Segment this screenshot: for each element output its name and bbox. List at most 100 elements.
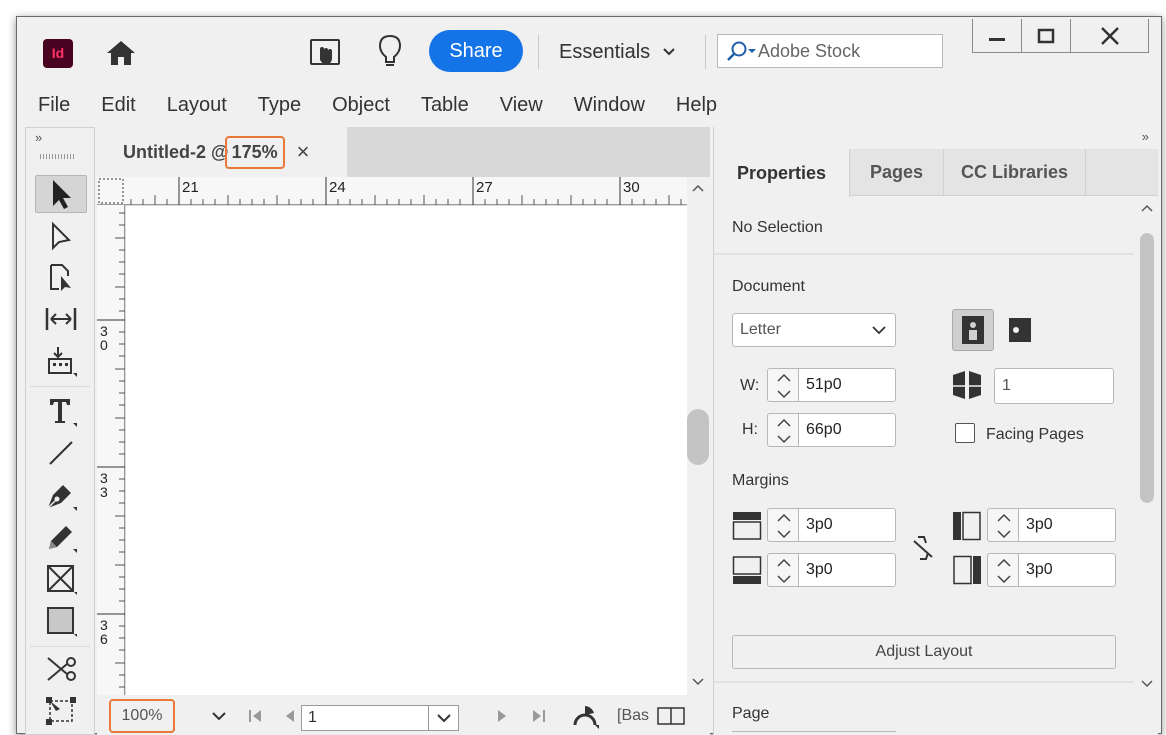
margin-inside-icon: [952, 511, 982, 541]
menu-help[interactable]: Help: [676, 94, 717, 117]
margin-inside-field[interactable]: 3p0: [1018, 508, 1116, 542]
indesign-logo: Id: [43, 39, 73, 68]
collapse-icon[interactable]: »: [1142, 129, 1149, 144]
panel-grip[interactable]: [40, 154, 76, 159]
properties-body: No Selection Document Letter W: 51p0 H:: [714, 197, 1136, 735]
menu-layout[interactable]: Layout: [167, 94, 227, 117]
pages-count-value: 1: [1002, 377, 1011, 394]
chevron-down-icon[interactable]: [211, 711, 227, 721]
direct-selection-tool-icon[interactable]: [35, 218, 87, 256]
close-icon[interactable]: [1071, 19, 1148, 52]
scrollbar-thumb[interactable]: [1140, 233, 1154, 503]
width-stepper[interactable]: [767, 368, 799, 402]
document-preset-select[interactable]: Letter: [732, 313, 896, 347]
preflight-icon[interactable]: [571, 703, 601, 729]
landscape-orientation-icon[interactable]: [1006, 315, 1034, 345]
home-icon[interactable]: [103, 37, 139, 69]
portrait-orientation-icon[interactable]: [952, 309, 994, 351]
gap-tool-icon[interactable]: [35, 300, 87, 338]
margin-outside-stepper[interactable]: [987, 553, 1019, 587]
chevron-down-icon: [872, 326, 886, 335]
menu-object[interactable]: Object: [332, 94, 390, 117]
margin-bottom-stepper[interactable]: [767, 553, 799, 587]
master-page-label[interactable]: [Bas: [617, 707, 649, 725]
margin-top-icon: [732, 511, 762, 541]
facing-pages-checkbox[interactable]: [955, 423, 975, 443]
previous-page-icon[interactable]: [283, 708, 297, 724]
line-tool-icon[interactable]: [35, 434, 87, 472]
document-tab[interactable]: Untitled-2 @ 175% ×: [97, 127, 347, 177]
page-canvas[interactable]: [126, 206, 687, 695]
adjust-layout-button[interactable]: Adjust Layout: [732, 635, 1116, 669]
pages-count-field[interactable]: 1: [994, 368, 1114, 404]
margin-inside-stepper[interactable]: [987, 508, 1019, 542]
width-label: W:: [740, 377, 760, 394]
tab-cc-libraries[interactable]: CC Libraries: [944, 149, 1086, 196]
tab-pages[interactable]: Pages: [850, 149, 944, 196]
share-button[interactable]: Share: [429, 30, 523, 72]
rectangle-tool-icon[interactable]: [35, 602, 87, 640]
selection-tool-icon[interactable]: [35, 175, 87, 213]
zoom-level-field[interactable]: 100%: [109, 699, 175, 733]
document-title: Untitled-2 @: [123, 141, 229, 162]
ruler-label: 3: [100, 484, 108, 500]
margin-outside-field[interactable]: 3p0: [1018, 553, 1116, 587]
margin-bottom-field[interactable]: 3p0: [798, 553, 896, 587]
margin-top-field[interactable]: 3p0: [798, 508, 896, 542]
selection-status: No Selection: [732, 219, 823, 236]
panel-tabs: Properties Pages CC Libraries: [714, 149, 1158, 197]
ruler-label: 24: [329, 179, 346, 196]
content-collector-icon[interactable]: [35, 342, 87, 380]
margin-outside-icon: [952, 555, 982, 585]
document-scrollbar[interactable]: [687, 177, 710, 695]
vertical-ruler[interactable]: 3 0 3 3 3 6: [97, 205, 125, 695]
horizontal-ruler-ticks: 21 24 27 30: [98, 177, 682, 205]
tools-panel: »: [25, 127, 95, 735]
scissors-tool-icon[interactable]: [35, 650, 87, 688]
link-margins-icon[interactable]: [910, 533, 936, 563]
lightbulb-icon[interactable]: [373, 33, 407, 71]
pages-count-icon: [950, 369, 984, 401]
collapse-icon[interactable]: »: [35, 130, 42, 145]
tab-properties[interactable]: Properties: [714, 149, 850, 197]
menu-edit[interactable]: Edit: [101, 94, 135, 117]
panel-scrollbar[interactable]: [1136, 197, 1158, 735]
rectangle-frame-tool-icon[interactable]: [35, 560, 87, 598]
adobe-stock-search[interactable]: Adobe Stock: [717, 34, 943, 68]
free-transform-tool-icon[interactable]: [35, 692, 87, 730]
first-page-icon[interactable]: [247, 708, 265, 724]
close-document-icon[interactable]: ×: [297, 139, 310, 165]
scroll-up-icon[interactable]: [691, 183, 705, 193]
cursor-hand-icon[interactable]: [307, 37, 343, 69]
type-tool-icon[interactable]: [35, 392, 87, 430]
menu-view[interactable]: View: [500, 94, 543, 117]
height-stepper[interactable]: [767, 413, 799, 447]
page-tool-icon[interactable]: [35, 259, 87, 297]
scroll-down-icon[interactable]: [1140, 679, 1154, 689]
menu-type[interactable]: Type: [258, 94, 301, 117]
height-field[interactable]: 66p0: [798, 413, 896, 447]
page-number-field[interactable]: 1: [301, 705, 459, 731]
preset-value: Letter: [740, 321, 781, 338]
last-page-icon[interactable]: [529, 708, 547, 724]
horizontal-ruler[interactable]: 21 24 27 30: [97, 177, 687, 205]
scroll-up-icon[interactable]: [1140, 203, 1154, 213]
chevron-down-icon[interactable]: [428, 706, 458, 730]
pencil-tool-icon[interactable]: [35, 518, 87, 556]
split-view-icon[interactable]: [657, 707, 685, 725]
maximize-icon[interactable]: [1022, 19, 1072, 52]
menu-table[interactable]: Table: [421, 94, 469, 117]
menu-file[interactable]: File: [38, 94, 70, 117]
properties-panel: » Properties Pages CC Libraries No Selec…: [713, 127, 1158, 735]
page-heading: Page: [732, 705, 770, 722]
minimize-icon[interactable]: [973, 19, 1023, 52]
width-field[interactable]: 51p0: [798, 368, 896, 402]
scroll-down-icon[interactable]: [691, 677, 705, 687]
margin-top-stepper[interactable]: [767, 508, 799, 542]
next-page-icon[interactable]: [495, 708, 509, 724]
scrollbar-thumb[interactable]: [687, 409, 709, 465]
search-icon: [727, 41, 756, 61]
menu-window[interactable]: Window: [574, 94, 645, 117]
workspace-switcher[interactable]: Essentials: [559, 39, 676, 65]
pen-tool-icon[interactable]: [35, 476, 87, 514]
